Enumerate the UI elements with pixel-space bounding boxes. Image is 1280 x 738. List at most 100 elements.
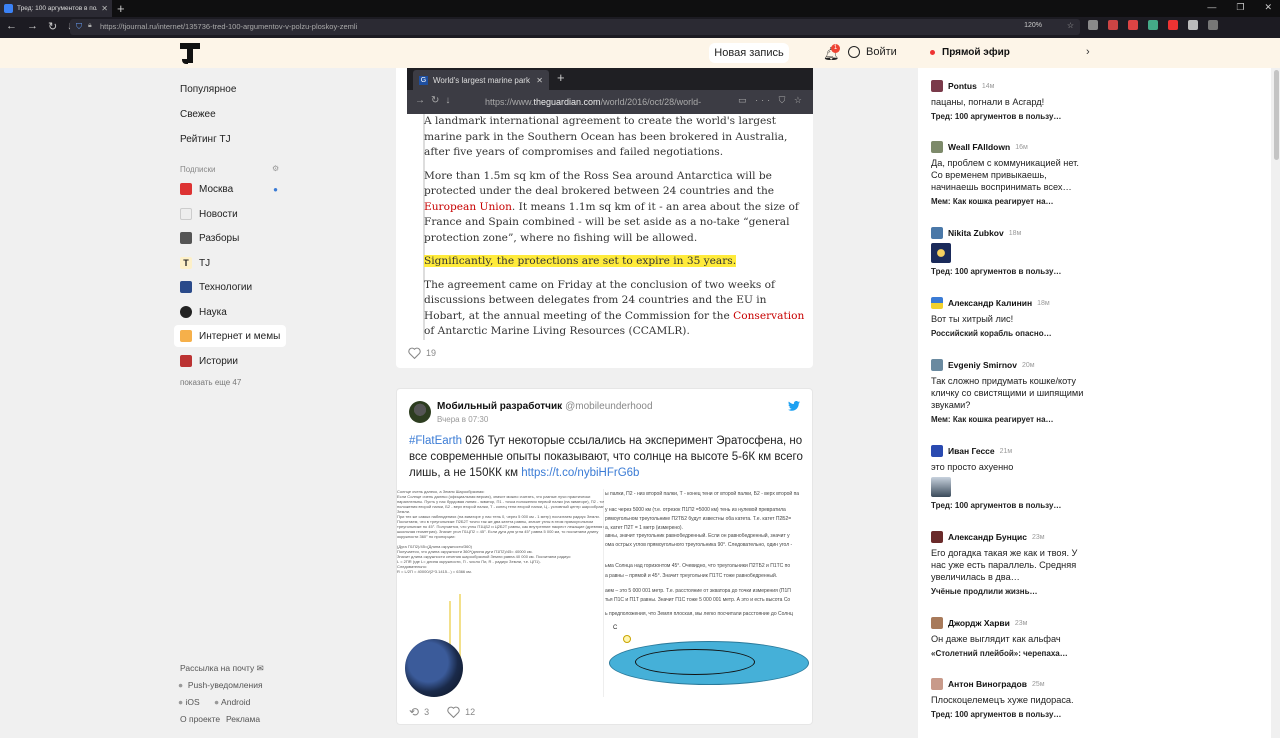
site-header: Новая запись 🔔︎ 1 Войти Прямой эфир › [0,38,1280,68]
menu-icon[interactable] [1208,20,1218,30]
avatar[interactable] [931,617,943,629]
tweet-link[interactable]: https://t.co/nybiHFrG6b [521,467,639,479]
article-paragraph: More than 1.5m sq km of the Ross Sea aro… [424,169,799,244]
chevron-right-icon[interactable]: › [1086,46,1090,58]
forward-icon[interactable]: → [27,20,38,33]
avatar[interactable] [931,359,943,371]
like-button[interactable]: 12 [447,705,475,719]
shield-icon[interactable]: ⛉ [76,22,82,32]
new-tab-icon[interactable]: + [117,0,125,17]
live-feed: Pontus 14м пацаны, погнали в Асгард! Тред… [918,68,1271,738]
nav-rating[interactable]: Рейтинг TJ [180,134,231,145]
extension-icon[interactable] [1148,20,1158,30]
left-sidebar: Популярное Свежее Рейтинг TJ Подписки ⚙ … [172,68,292,738]
tj-logo[interactable] [180,43,200,65]
post-card: G World's largest marine park c ✕ + →↻↓ … [396,68,813,368]
avatar[interactable] [409,401,431,423]
avatar[interactable] [931,297,943,309]
tweet-media[interactable]: Солнце очень далеко, а Земля Шарообразна… [397,489,812,697]
newsletter-link[interactable]: Рассылка на почту ✉ [180,663,264,674]
tweet-card: Мобильный разработчик @mobileunderhood Вч… [396,388,813,725]
close-window-icon[interactable]: ✕ [1264,2,1272,13]
screenshot-nav-icons: →↻↓ [415,95,457,106]
lock-icon[interactable]: 🔒︎ [88,22,92,30]
sidebar-item-analysis[interactable]: Разборы [174,227,286,249]
reload-icon[interactable]: ↻ [48,20,57,33]
extension-icon[interactable] [1128,20,1138,30]
avatar[interactable] [931,531,943,543]
moscow-icon [180,183,192,195]
like-button[interactable]: 19 [408,347,436,359]
tweet-date[interactable]: Вчера в 07:30 [437,415,488,424]
article-highlight: Significantly, the protections are set t… [424,255,737,267]
live-comment[interactable]: Антон Виноградов 25м Плоскоцелемецъ хуже … [931,678,1091,719]
twitter-icon[interactable] [788,401,800,411]
tweet-author[interactable]: Мобильный разработчик @mobileunderhood [437,401,653,412]
sidebar-item-internet-memes[interactable]: Интернет и мемы [174,325,286,347]
sidebar-item-science[interactable]: Наука [174,301,286,323]
article-quote: A landmark international agreement to cr… [423,114,808,340]
show-more-link[interactable]: показать еще 47 [180,378,241,387]
location-pin-icon: ● [273,184,278,194]
globe-image [405,639,463,697]
comment-image[interactable] [931,243,951,263]
avatar[interactable] [931,678,943,690]
avatar[interactable] [931,80,943,92]
avatar[interactable] [931,227,943,239]
pocket-icon[interactable] [1088,20,1098,30]
live-comment[interactable]: Александр Калинин 18м Вот ты хитрый лис! … [931,297,1091,338]
extension-icon[interactable] [1108,20,1118,30]
url-bar[interactable]: ⛉ 🔒︎ https://tjournal.ru/internet/135736… [70,19,1080,35]
scrollbar-track[interactable] [1272,68,1280,738]
sidebar-item-tj[interactable]: T TJ [174,252,286,274]
extension-icon[interactable] [1188,20,1198,30]
media-text-line: авны, значит треугольник равнобедренный.… [605,533,790,539]
live-feed-title[interactable]: Прямой эфир [930,47,1010,58]
live-dot-icon [930,50,935,55]
comment-image[interactable] [931,477,951,497]
android-link[interactable]: ● Android [214,697,250,707]
hashtag-link[interactable]: #FlatEarth [409,435,462,447]
media-text-line: ы палки, П2 - низ второй палки, Т - коне… [605,491,800,497]
back-icon[interactable]: ← [6,20,17,33]
new-post-button[interactable]: Новая запись [709,43,789,63]
url-text[interactable]: https://tjournal.ru/internet/135736-tred… [100,22,357,31]
live-comment[interactable]: Pontus 14м пацаны, погнали в Асгард! Тред… [931,80,1091,121]
login-button[interactable]: Войти [848,46,897,58]
browser-tabbar: Тред: 100 аргументов в польз... ✕ + — ❐ … [0,0,1280,17]
sidebar-item-stories[interactable]: Истории [174,350,286,372]
article-link: Conservation [733,309,805,322]
ios-link[interactable]: ● iOS [178,697,200,707]
scrollbar-thumb[interactable] [1274,70,1279,160]
live-comment[interactable]: Nikita Zubkov 18м Тред: 100 аргументов в … [931,227,1091,276]
ads-link[interactable]: Реклама [226,714,260,724]
sidebar-item-tech[interactable]: Технологии [174,276,286,298]
push-link[interactable]: ● Push-уведомления [178,680,263,690]
avatar[interactable] [931,141,943,153]
minimize-icon[interactable]: — [1207,2,1216,13]
nav-fresh[interactable]: Свежее [180,109,216,120]
extension-icon[interactable] [1168,20,1178,30]
about-link[interactable]: О проекте [180,714,220,724]
retweet-button[interactable]: ⟲ 3 [409,705,429,719]
live-comment[interactable]: Джордж Харви 23м Он даже выглядит как аль… [931,617,1091,658]
article-link: European Union [424,200,512,213]
browser-tab[interactable]: Тред: 100 аргументов в польз... ✕ [0,0,112,17]
live-comment[interactable]: Weall FAlldown 16м Да, проблем с коммуник… [931,141,1091,206]
gear-icon[interactable]: ⚙ [272,164,279,173]
site-favicon-icon [4,4,13,13]
maximize-icon[interactable]: ❐ [1236,2,1244,13]
sidebar-item-moscow[interactable]: Москва ● [174,178,286,200]
live-comment[interactable]: Иван Гессе 21м это просто ахуенно Тред: 1… [931,445,1091,510]
close-tab-icon[interactable]: ✕ [101,4,108,13]
live-comment[interactable]: Александр Бунцис 23м Его догадка такая же… [931,531,1091,596]
avatar[interactable] [931,445,943,457]
bookmark-star-icon[interactable]: ☆ [1067,21,1074,30]
live-comment[interactable]: Evgeniy Smirnov 20м Так сложно придумать … [931,359,1091,424]
nav-popular[interactable]: Популярное [180,84,236,95]
screenshot-tab: G World's largest marine park c ✕ [413,70,549,90]
zoom-level[interactable]: 120% [1024,22,1042,29]
tweet-actions: ⟲ 3 12 [409,705,475,719]
apple-icon: ● [178,697,184,707]
sidebar-item-news[interactable]: Новости [174,203,286,225]
